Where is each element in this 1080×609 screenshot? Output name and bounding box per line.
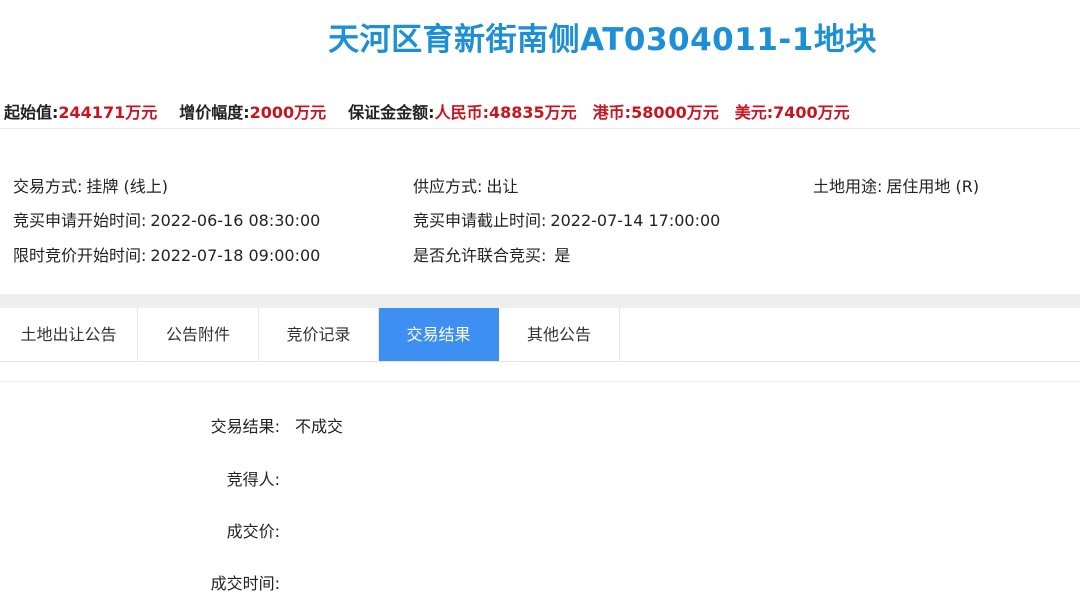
tab-attachments[interactable]: 公告附件 (138, 308, 259, 361)
price-label: 成交价: (226, 522, 280, 541)
trade-method-label: 交易方式: (13, 177, 83, 196)
tab-bar: 土地出让公告 公告附件 竞价记录 交易结果 其他公告 (0, 308, 1080, 362)
usd-value: 7400万元 (773, 103, 850, 122)
apply-end: 竞买申请截止时间: 2022-07-14 17:00:00 (413, 207, 720, 231)
result-value: 不成交 (295, 417, 344, 436)
winner-label: 竞得人: (226, 470, 280, 489)
joint-bid-value: 是 (554, 246, 571, 265)
hkd-value: 58000万元 (631, 103, 719, 122)
supply-method-label: 供应方式: (413, 177, 483, 196)
land-use-label: 土地用途: (813, 177, 883, 196)
tab-other-announcements[interactable]: 其他公告 (499, 308, 620, 361)
rmb-label: 人民币: (434, 103, 489, 122)
divider (0, 381, 1080, 382)
section-separator (0, 294, 1080, 308)
apply-end-value: 2022-07-14 17:00:00 (550, 211, 721, 230)
usd-label: 美元: (734, 103, 774, 122)
trade-method: 交易方式: 挂牌 (线上) (13, 173, 168, 197)
increment-label: 增价幅度: (179, 103, 250, 122)
deal-time-label: 成交时间: (210, 574, 280, 593)
apply-start-label: 竞买申请开始时间: (13, 211, 147, 230)
supply-method: 供应方式: 出让 (413, 173, 518, 197)
divider (0, 128, 1080, 129)
bid-start: 限时竞价开始时间: 2022-07-18 09:00:00 (13, 242, 320, 266)
rmb-value: 48835万元 (488, 103, 577, 122)
start-price-value: 244171万元 (58, 103, 158, 122)
joint-bid-label: 是否允许联合竞买: (413, 246, 547, 265)
tab-land-announcement[interactable]: 土地出让公告 (0, 308, 138, 361)
increment-value: 2000万元 (249, 103, 327, 122)
apply-start-value: 2022-06-16 08:30:00 (150, 211, 321, 230)
price-summary: 起始值:244171万元 增价幅度:2000万元 保证金金额:人民币:48835万元… (4, 99, 850, 123)
bid-start-value: 2022-07-18 09:00:00 (150, 246, 321, 265)
bid-start-label: 限时竞价开始时间: (13, 246, 147, 265)
joint-bid: 是否允许联合竞买: 是 (413, 242, 570, 266)
start-price-label: 起始值: (4, 103, 59, 122)
apply-end-label: 竞买申请截止时间: (413, 211, 547, 230)
page-title: 天河区育新街南侧AT0304011-1地块 (328, 22, 877, 58)
result-label: 交易结果: (210, 417, 280, 436)
deposit-label: 保证金金额: (348, 103, 435, 122)
land-use-value: 居住用地 (R) (886, 177, 980, 196)
land-use: 土地用途: 居住用地 (R) (813, 173, 979, 197)
tab-trade-result[interactable]: 交易结果 (379, 308, 499, 361)
hkd-label: 港币: (592, 103, 632, 122)
apply-start: 竞买申请开始时间: 2022-06-16 08:30:00 (13, 207, 320, 231)
trade-method-value: 挂牌 (线上) (86, 177, 168, 196)
tab-bid-records[interactable]: 竞价记录 (259, 308, 379, 361)
supply-method-value: 出让 (486, 177, 519, 196)
